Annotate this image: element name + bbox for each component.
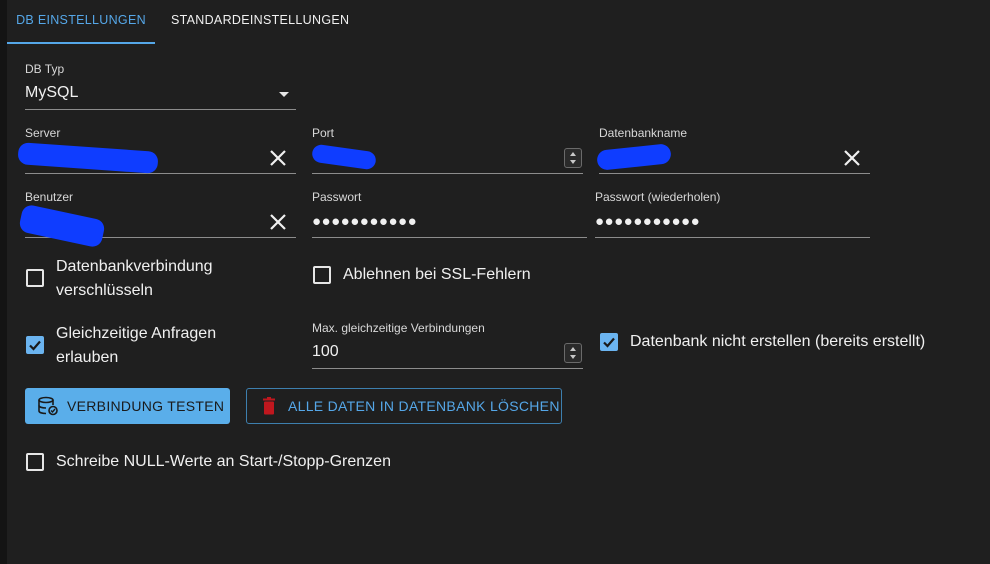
- max-connections-label: Max. gleichzeitige Verbindungen: [312, 321, 485, 335]
- server-label: Server: [25, 126, 61, 140]
- write-null-values-checkbox[interactable]: [26, 453, 44, 471]
- password-repeat-underline: [595, 237, 870, 238]
- concurrent-requests-label: Gleichzeitige Anfragen erlauben: [56, 322, 216, 370]
- trash-icon: [263, 397, 275, 415]
- encrypt-label-line2: verschlüsseln: [56, 282, 153, 299]
- password-repeat-label: Passwort (wiederholen): [595, 190, 721, 204]
- checkmark-icon: [29, 340, 41, 351]
- tab-default-settings[interactable]: STANDARDEINSTELLUNGEN: [171, 0, 349, 42]
- tab-bar: DB EINSTELLUNGEN STANDARDEINSTELLUNGEN: [7, 0, 990, 44]
- encrypt-label-line1: Datenbankverbindung: [56, 258, 213, 275]
- delete-all-data-label: ALLE DATEN IN DATENBANK LÖSCHEN: [288, 398, 560, 414]
- tab-db-settings[interactable]: DB EINSTELLUNGEN: [7, 0, 155, 44]
- dbname-underline: [599, 173, 870, 174]
- test-connection-button[interactable]: VERBINDUNG TESTEN: [25, 388, 230, 424]
- port-underline: [312, 173, 583, 174]
- db-type-underline: [25, 109, 296, 110]
- port-stepper[interactable]: [564, 148, 582, 168]
- clear-dbname-icon[interactable]: [842, 148, 862, 168]
- do-not-create-db-checkbox[interactable]: [600, 333, 618, 351]
- database-test-icon: [38, 396, 58, 416]
- encrypt-connection-checkbox[interactable]: [26, 269, 44, 287]
- port-label: Port: [312, 126, 335, 140]
- clear-server-icon[interactable]: [268, 148, 288, 168]
- do-not-create-db-label: Datenbank nicht erstellen (bereits erste…: [630, 333, 926, 350]
- concurrent-label-line1: Gleichzeitige Anfragen: [56, 325, 217, 342]
- concurrent-label-line2: erlauben: [56, 349, 119, 366]
- write-null-values-label: Schreibe NULL-Werte an Start-/Stopp-Gren…: [56, 453, 391, 470]
- delete-all-data-button[interactable]: ALLE DATEN IN DATENBANK LÖSCHEN: [246, 388, 562, 424]
- encrypt-connection-label: Datenbankverbindung verschlüsseln: [56, 255, 213, 303]
- password-repeat-field[interactable]: Passwort (wiederholen) ●●●●●●●●●●●: [595, 190, 870, 238]
- stepper-arrows-icon: [570, 347, 576, 359]
- db-type-value: MySQL: [25, 84, 79, 101]
- password-repeat-value: ●●●●●●●●●●●: [595, 213, 701, 230]
- reject-ssl-errors-label: Ablehnen bei SSL-Fehlern: [343, 266, 531, 283]
- stepper-arrows-icon: [570, 152, 576, 164]
- db-type-select[interactable]: DB Typ MySQL: [25, 62, 296, 110]
- password-label: Passwort: [312, 190, 362, 204]
- server-underline: [25, 173, 296, 174]
- test-connection-label: VERBINDUNG TESTEN: [67, 398, 225, 414]
- password-value: ●●●●●●●●●●●: [312, 213, 418, 230]
- user-label: Benutzer: [25, 190, 74, 204]
- max-connections-field[interactable]: Max. gleichzeitige Verbindungen 100: [312, 321, 583, 369]
- dbname-label: Datenbankname: [599, 126, 688, 140]
- max-connections-value: 100: [312, 343, 339, 360]
- max-connections-underline: [312, 368, 583, 369]
- password-field[interactable]: Passwort ●●●●●●●●●●●: [312, 190, 587, 238]
- dropdown-arrow-icon: [279, 92, 289, 97]
- clear-user-icon[interactable]: [268, 212, 288, 232]
- max-connections-stepper[interactable]: [564, 343, 582, 363]
- checkmark-icon: [603, 337, 615, 348]
- db-type-label: DB Typ: [25, 62, 65, 76]
- concurrent-requests-checkbox[interactable]: [26, 336, 44, 354]
- reject-ssl-errors-checkbox[interactable]: [313, 266, 331, 284]
- password-underline: [312, 237, 587, 238]
